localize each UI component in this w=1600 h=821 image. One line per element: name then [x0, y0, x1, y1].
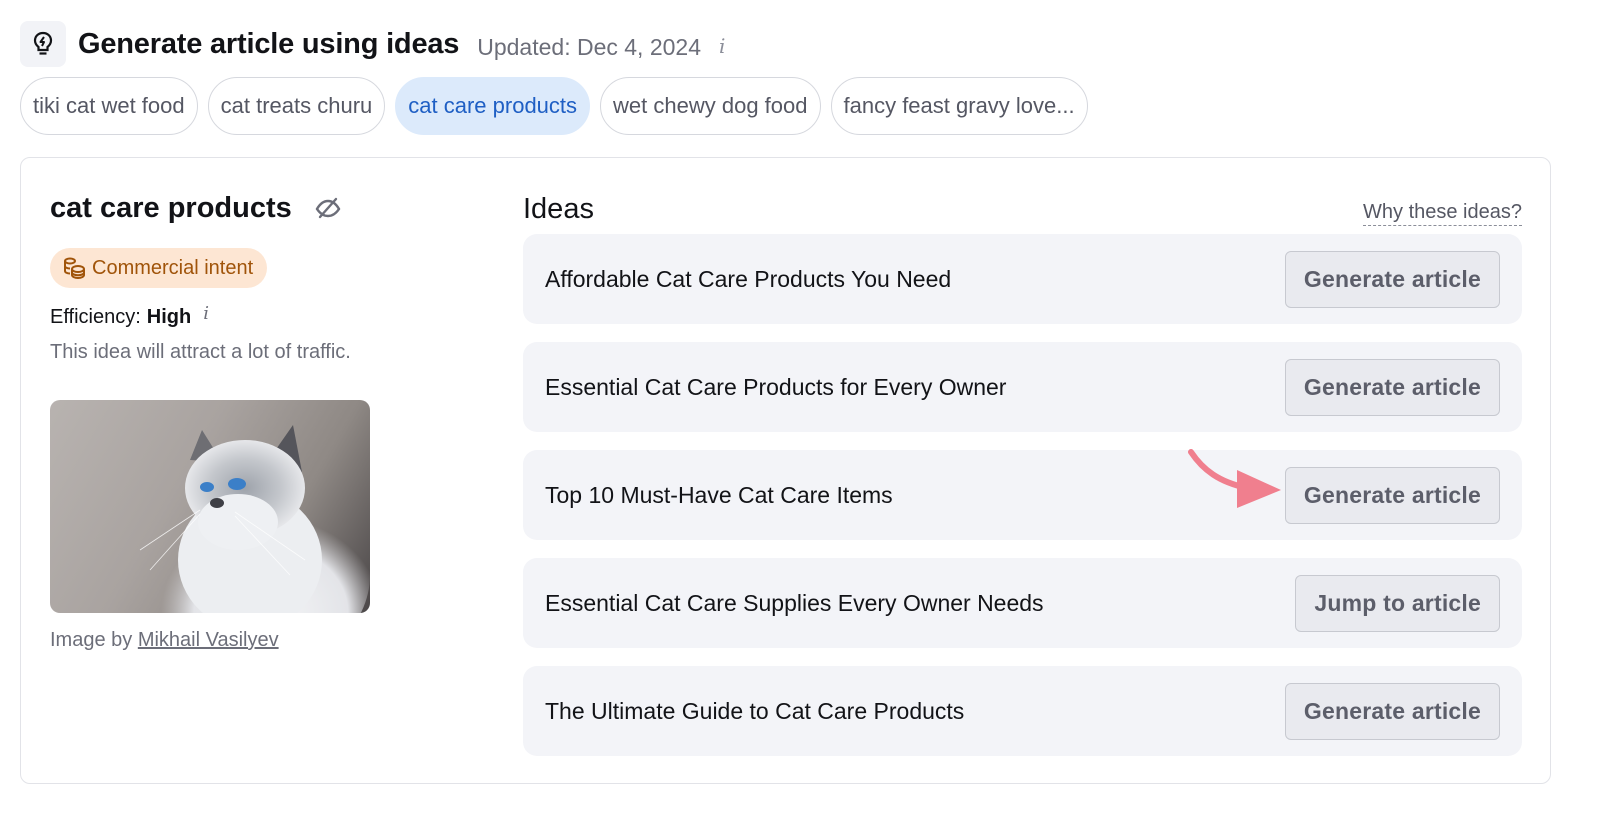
- intent-badge: Commercial intent: [50, 248, 268, 288]
- intent-label: Commercial intent: [92, 256, 254, 279]
- generate-article-button[interactable]: Generate article: [1284, 682, 1500, 740]
- why-these-ideas-link[interactable]: Why these ideas?: [1363, 201, 1522, 226]
- ideas-panel: Ideas Why these ideas? Affordable Cat Ca…: [523, 186, 1522, 756]
- keyword-chips: tiki cat wet food cat treats churu cat c…: [20, 77, 1088, 135]
- idea-item: Top 10 Must-Have Cat Care Items Generate…: [523, 450, 1522, 540]
- efficiency-label: Efficiency:: [50, 306, 141, 328]
- idea-title: Essential Cat Care Products for Every Ow…: [545, 373, 1007, 400]
- page-header: Generate article using ideas Updated: De…: [20, 20, 725, 68]
- cat-photo: [50, 400, 370, 613]
- efficiency-description: This idea will attract a lot of traffic.: [50, 341, 351, 363]
- image-credit: Image by Mikhail Vasilyev: [50, 629, 470, 652]
- info-icon[interactable]: i: [203, 303, 209, 324]
- generate-article-button[interactable]: Generate article: [1284, 466, 1500, 524]
- credit-author-link[interactable]: Mikhail Vasilyev: [138, 629, 279, 651]
- eye-off-icon[interactable]: [314, 196, 342, 220]
- ideas-card: cat care products Commercial intent Effi…: [20, 157, 1551, 784]
- keyword-chip[interactable]: tiki cat wet food: [20, 77, 198, 135]
- info-icon[interactable]: i: [719, 34, 725, 58]
- generate-article-button[interactable]: Generate article: [1284, 250, 1500, 308]
- idea-item: Essential Cat Care Supplies Every Owner …: [523, 558, 1522, 648]
- idea-title: Essential Cat Care Supplies Every Owner …: [545, 589, 1044, 616]
- generate-article-button[interactable]: Generate article: [1284, 358, 1500, 416]
- keyword-chip[interactable]: fancy feast gravy love...: [830, 77, 1088, 135]
- idea-list: Affordable Cat Care Products You Need Ge…: [523, 234, 1522, 756]
- efficiency-row: Efficiency: High i: [50, 303, 470, 329]
- keyword-chip[interactable]: cat treats churu: [207, 77, 386, 135]
- idea-item: Essential Cat Care Products for Every Ow…: [523, 342, 1522, 432]
- ideas-title: Ideas: [523, 193, 594, 225]
- page-title: Generate article using ideas: [78, 27, 460, 60]
- idea-item: The Ultimate Guide to Cat Care Products …: [523, 666, 1522, 756]
- keyword-panel: cat care products Commercial intent Effi…: [50, 188, 470, 652]
- credit-prefix: Image by: [50, 629, 133, 651]
- keyword-title: cat care products: [50, 191, 292, 224]
- lightbulb-bolt-icon: [20, 21, 66, 67]
- efficiency-value: High: [146, 306, 192, 328]
- idea-title: Top 10 Must-Have Cat Care Items: [545, 481, 893, 508]
- keyword-chip-active[interactable]: cat care products: [395, 77, 591, 135]
- updated-date: Updated: Dec 4, 2024: [477, 33, 702, 60]
- jump-to-article-button[interactable]: Jump to article: [1295, 574, 1500, 632]
- idea-title: The Ultimate Guide to Cat Care Products: [545, 697, 965, 724]
- idea-title: Affordable Cat Care Products You Need: [545, 265, 952, 292]
- coins-icon: [62, 256, 86, 280]
- keyword-chip[interactable]: wet chewy dog food: [600, 77, 821, 135]
- idea-item: Affordable Cat Care Products You Need Ge…: [523, 234, 1522, 324]
